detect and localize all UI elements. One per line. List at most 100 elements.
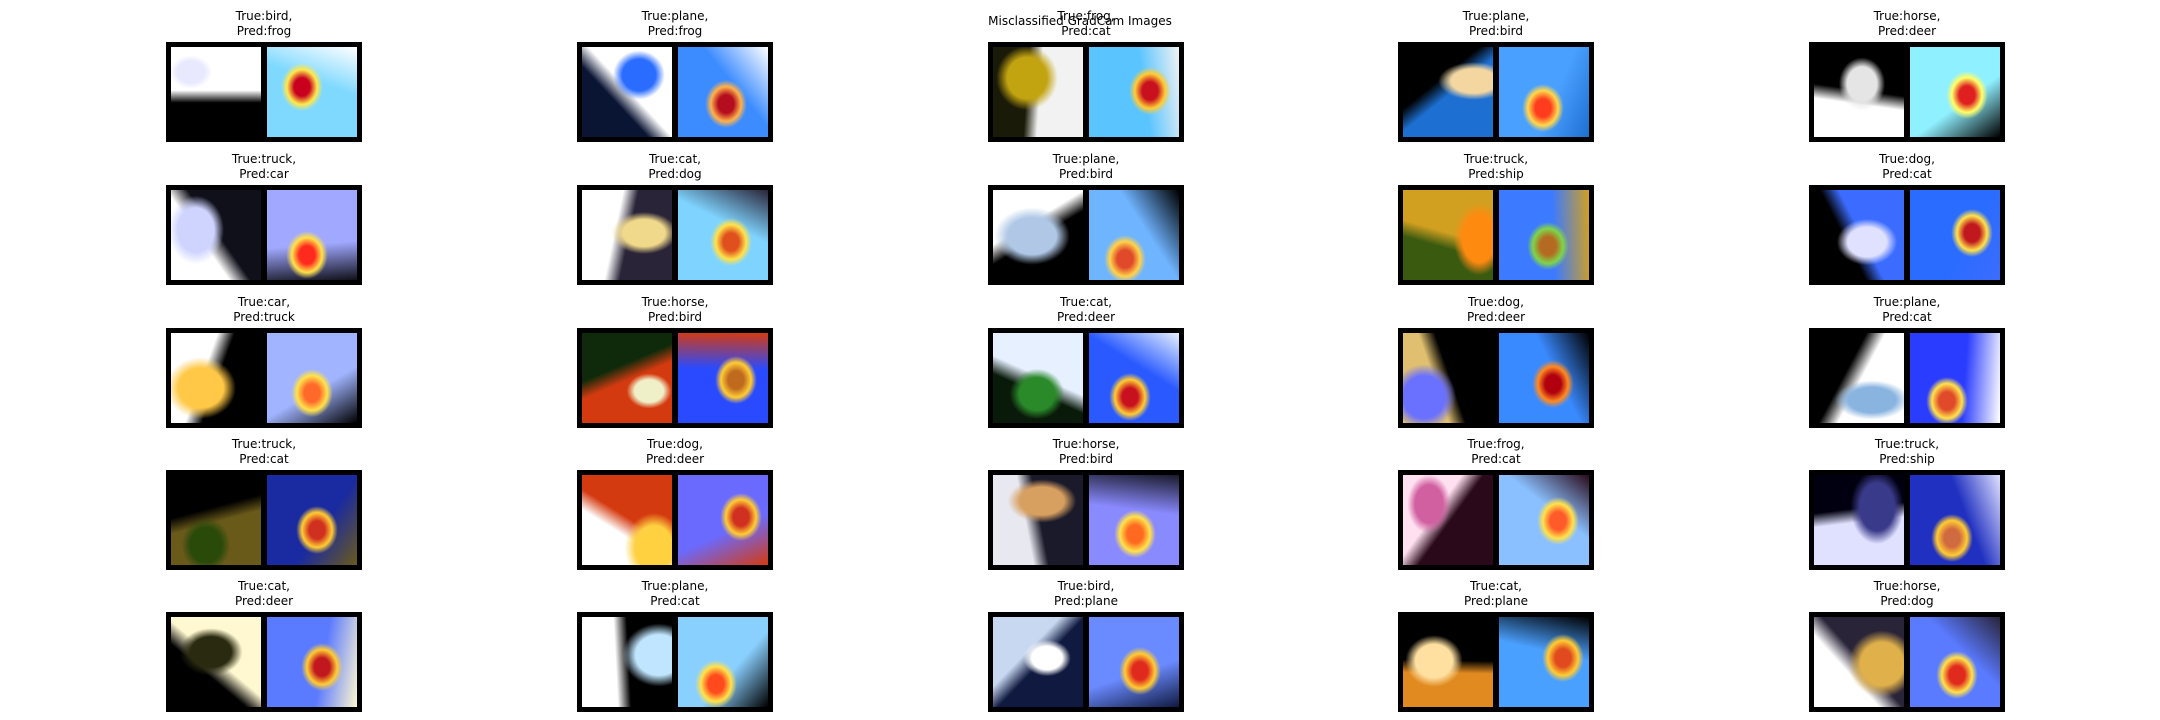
image-pair-frame [577,612,773,712]
gradcam-image [1910,190,2000,280]
image-pair-frame [577,42,773,142]
item-caption: True:horse, Pred:dog [1769,579,2045,609]
misclassified-item: True:frog, Pred:cat [988,9,1184,142]
gradcam-image [1499,475,1589,565]
misclassified-item: True:truck, Pred:cat [166,437,362,570]
original-image [1814,47,1904,137]
true-label: True:cat, [1059,295,1112,309]
image-pair-frame [988,42,1184,142]
item-caption: True:dog, Pred:deer [537,437,813,467]
true-label: True:cat, [1469,579,1522,593]
image-pair-frame [1398,470,1594,570]
item-caption: True:cat, Pred:deer [126,579,402,609]
image-pair-frame [1809,612,2005,712]
misclassified-item: True:plane, Pred:bird [988,152,1184,285]
misclassified-item: True:cat, Pred:dog [577,152,773,285]
item-caption: True:horse, Pred:bird [948,437,1224,467]
original-image [1403,475,1493,565]
gradcam-image [267,475,357,565]
misclassified-item: True:truck, Pred:ship [1398,152,1594,285]
gradcam-image [678,333,768,423]
true-label: True:car, [237,295,291,309]
image-pair-frame [1809,185,2005,285]
original-image [993,617,1083,707]
original-image [1403,617,1493,707]
image-pair-frame [988,470,1184,570]
gradcam-image [267,333,357,423]
original-image [582,475,672,565]
pred-label: Pred:ship [1468,167,1524,181]
misclassified-item: True:cat, Pred:deer [166,579,362,712]
gradcam-image [1089,190,1179,280]
gradcam-image [267,190,357,280]
gradcam-image [678,475,768,565]
original-image [993,47,1083,137]
true-label: True:horse, [641,295,709,309]
misclassified-item: True:car, Pred:truck [166,295,362,428]
pred-label: Pred:plane [1463,594,1529,608]
image-pair-frame [166,612,362,712]
true-label: True:dog, [647,437,703,451]
item-caption: True:plane, Pred:cat [537,579,813,609]
item-caption: True:plane, Pred:bird [948,152,1224,182]
misclassified-item: True:bird, Pred:frog [166,9,362,142]
true-label: True:horse, [1052,437,1120,451]
misclassified-item: True:plane, Pred:cat [577,579,773,712]
item-caption: True:frog, Pred:cat [1358,437,1634,467]
pred-label: Pred:dog [1880,594,1934,608]
gradcam-image [1910,333,2000,423]
misclassified-item: True:horse, Pred:bird [577,295,773,428]
item-caption: True:plane, Pred:cat [1769,295,2045,325]
gradcam-image [678,617,768,707]
image-pair-frame [166,470,362,570]
original-image [1814,475,1904,565]
true-label: True:dog, [1468,295,1524,309]
gradcam-image [267,47,357,137]
image-pair-frame [1398,42,1594,142]
image-pair-frame [577,328,773,428]
original-image [1814,333,1904,423]
gradcam-image [1499,47,1589,137]
true-label: True:plane, [1873,295,1941,309]
gradcam-image [1499,333,1589,423]
item-caption: True:car, Pred:truck [126,295,402,325]
pred-label: Pred:cat [239,452,289,466]
gradcam-image [1499,617,1589,707]
pred-label: Pred:deer [645,452,705,466]
gradcam-image [1089,333,1179,423]
misclassified-item: True:dog, Pred:cat [1809,152,2005,285]
gradcam-image [1089,47,1179,137]
original-image [993,333,1083,423]
misclassified-item: True:horse, Pred:bird [988,437,1184,570]
original-image [993,190,1083,280]
image-pair-frame [1398,612,1594,712]
misclassified-item: True:bird, Pred:plane [988,579,1184,712]
image-pair-frame [1809,42,2005,142]
pred-label: Pred:bird [1058,452,1114,466]
original-image [993,475,1083,565]
original-image [1814,617,1904,707]
pred-label: Pred:truck [233,310,295,324]
true-label: True:bird, [1057,579,1115,593]
gradcam-image [267,617,357,707]
gradcam-image [1910,617,2000,707]
pred-label: Pred:car [239,167,289,181]
pred-label: Pred:cat [1882,167,1932,181]
original-image [582,190,672,280]
item-caption: True:cat, Pred:deer [948,295,1224,325]
true-label: True:horse, [1873,579,1941,593]
original-image [1403,190,1493,280]
original-image [171,333,261,423]
gradcam-image [678,190,768,280]
pred-label: Pred:deer [1466,310,1526,324]
original-image [1814,190,1904,280]
misclassified-item: True:cat, Pred:plane [1398,579,1594,712]
pred-label: Pred:plane [1053,594,1119,608]
item-caption: True:horse, Pred:bird [537,295,813,325]
true-label: True:truck, [231,152,297,166]
original-image [1403,333,1493,423]
item-caption: True:truck, Pred:ship [1358,152,1634,182]
original-image [582,47,672,137]
original-image [171,47,261,137]
pred-label: Pred:deer [1056,310,1116,324]
